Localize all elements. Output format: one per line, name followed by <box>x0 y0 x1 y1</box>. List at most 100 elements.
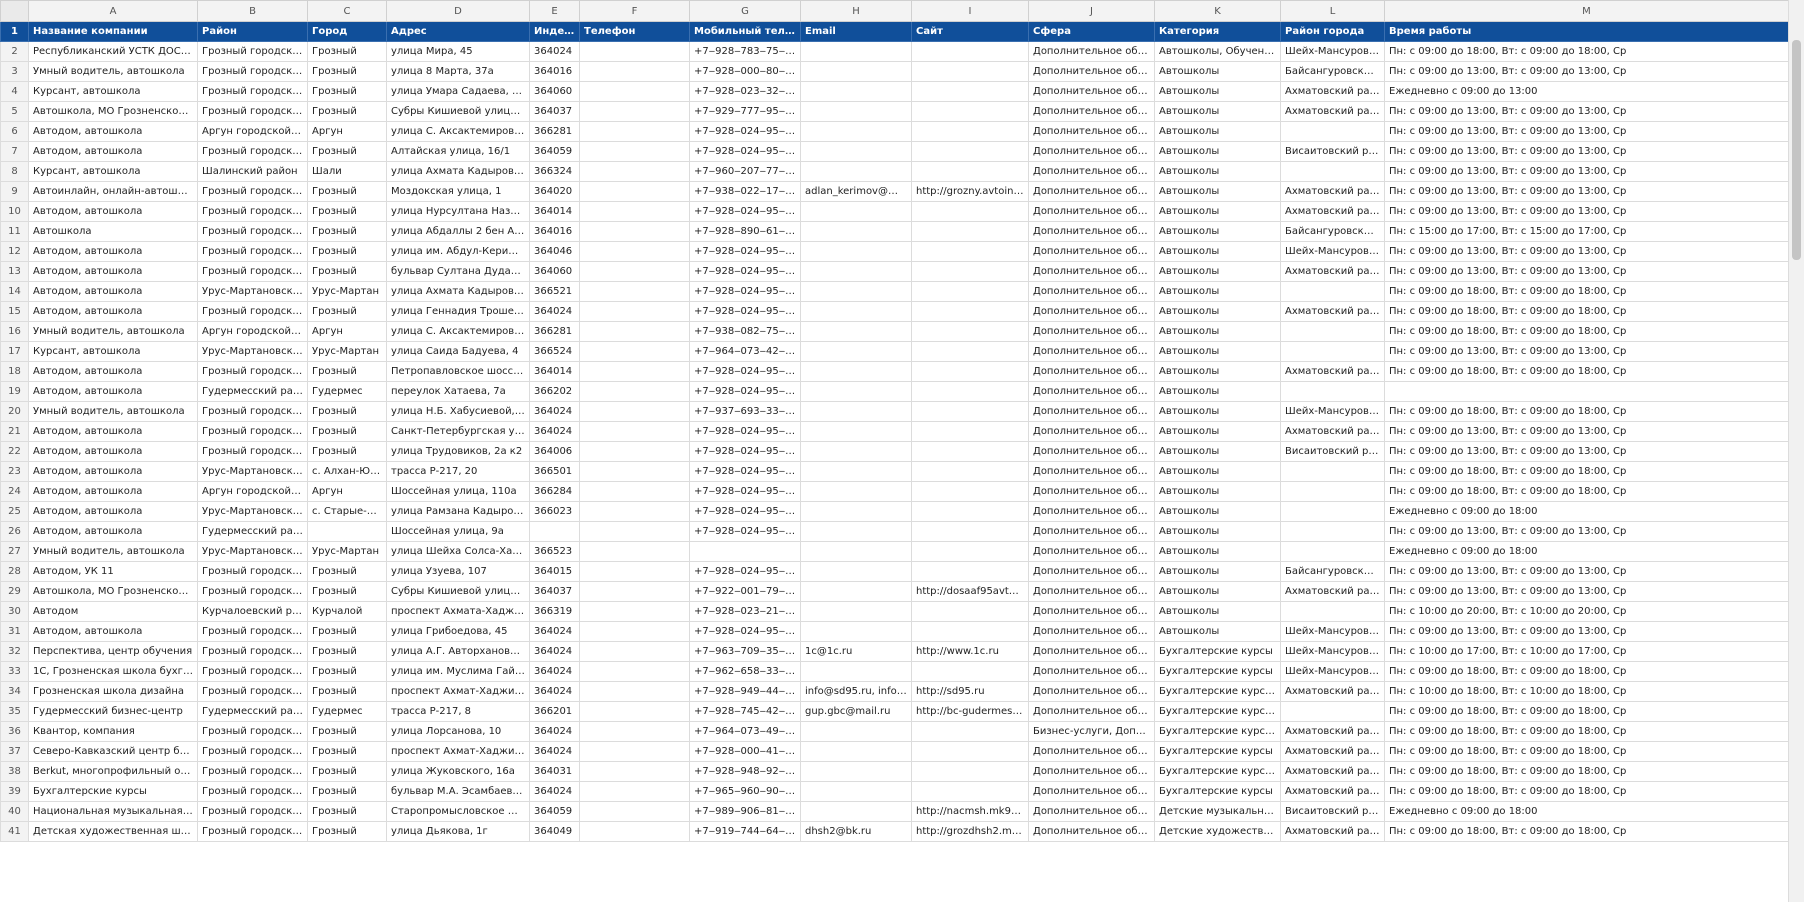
data-cell-m[interactable]: Пн: с 09:00 до 13:00, Вт: с 09:00 до 13:… <box>1384 101 1789 122</box>
data-cell-b[interactable]: Грозный городской округ <box>197 141 308 162</box>
data-cell-b[interactable]: Урус-Мартановский район <box>197 501 308 522</box>
column-header-b[interactable]: B <box>197 0 308 22</box>
data-cell-e[interactable]: 364046 <box>529 241 580 262</box>
data-cell-j[interactable]: Дополнительное образование <box>1028 61 1155 82</box>
data-cell-i[interactable] <box>911 481 1029 502</box>
data-cell-m[interactable]: Пн: с 09:00 до 13:00, Вт: с 09:00 до 13:… <box>1384 581 1789 602</box>
data-cell-b[interactable]: Грозный городской округ <box>197 81 308 102</box>
data-cell-k[interactable]: Детские художественные школы <box>1154 821 1281 842</box>
data-cell-c[interactable]: Урус-Мартан <box>307 341 387 362</box>
data-cell-h[interactable] <box>800 321 912 342</box>
data-cell-f[interactable] <box>579 461 690 482</box>
data-cell-b[interactable]: Грозный городской округ <box>197 821 308 842</box>
data-cell-d[interactable]: улица Ахмата Кадырова, 29 <box>386 281 530 302</box>
data-cell-h[interactable] <box>800 741 912 762</box>
data-cell-d[interactable]: улица Ахмата Кадырова, 5 <box>386 161 530 182</box>
data-cell-j[interactable]: Дополнительное образование <box>1028 461 1155 482</box>
data-cell-a[interactable]: Курсант, автошкола <box>28 81 198 102</box>
data-cell-e[interactable]: 364024 <box>529 781 580 802</box>
data-cell-d[interactable]: улица Жуковского, 16а <box>386 761 530 782</box>
data-cell-m[interactable]: Пн: с 09:00 до 13:00, Вт: с 09:00 до 13:… <box>1384 561 1789 582</box>
data-cell-j[interactable]: Дополнительное образование <box>1028 781 1155 802</box>
data-cell-k[interactable]: Автошколы, Обучение работе <box>1154 41 1281 62</box>
data-cell-a[interactable]: Автодом, автошкола <box>28 481 198 502</box>
data-cell-i[interactable]: http://dosaaf95avto.ru <box>911 581 1029 602</box>
data-cell-e[interactable]: 364024 <box>529 301 580 322</box>
data-cell-f[interactable] <box>579 781 690 802</box>
data-cell-g[interactable]: +7‒928‒949‒44‒88 <box>689 681 801 702</box>
data-cell-h[interactable]: gup.gbc@mail.ru <box>800 701 912 722</box>
data-cell-m[interactable]: Пн: с 09:00 до 18:00, Вт: с 09:00 до 18:… <box>1384 781 1789 802</box>
data-cell-f[interactable] <box>579 361 690 382</box>
data-cell-c[interactable]: Грозный <box>307 801 387 822</box>
data-cell-e[interactable]: 366319 <box>529 601 580 622</box>
data-cell-b[interactable]: Грозный городской округ <box>197 661 308 682</box>
data-cell-d[interactable]: улица Грибоедова, 45 <box>386 621 530 642</box>
data-cell-i[interactable] <box>911 41 1029 62</box>
data-cell-g[interactable]: +7‒919‒744‒64‒80, +7‒928‒024‒95‒95 <box>689 821 801 842</box>
data-cell-a[interactable]: Автошкола <box>28 221 198 242</box>
header-cell-d[interactable]: Адрес <box>386 21 530 42</box>
scrollbar-thumb[interactable] <box>1792 40 1801 260</box>
data-cell-b[interactable]: Грозный городской округ <box>197 781 308 802</box>
data-cell-k[interactable]: Бухгалтерские курсы <box>1154 661 1281 682</box>
row-number[interactable]: 8 <box>0 161 29 182</box>
data-cell-d[interactable]: улица Абдаллы 2 бен Аль-Хусейна, 7 <box>386 221 530 242</box>
data-cell-d[interactable]: переулок Хатаева, 7а <box>386 381 530 402</box>
row-number[interactable]: 18 <box>0 361 29 382</box>
data-cell-g[interactable]: +7‒928‒024‒95‒95, +7‒928‒024‒95‒95 <box>689 141 801 162</box>
data-cell-g[interactable]: +7‒922‒001‒79‒44 <box>689 581 801 602</box>
header-cell-m[interactable]: Время работы <box>1384 21 1789 42</box>
data-cell-h[interactable] <box>800 81 912 102</box>
row-number[interactable]: 12 <box>0 241 29 262</box>
data-cell-g[interactable]: +7‒937‒693‒33‒94 <box>689 401 801 422</box>
data-cell-c[interactable]: Грозный <box>307 101 387 122</box>
data-cell-i[interactable] <box>911 321 1029 342</box>
data-cell-a[interactable]: Умный водитель, автошкола <box>28 541 198 562</box>
data-cell-k[interactable]: Автошколы <box>1154 101 1281 122</box>
data-cell-l[interactable] <box>1280 601 1385 622</box>
data-cell-a[interactable]: Автодом, автошкола <box>28 121 198 142</box>
data-cell-h[interactable] <box>800 61 912 82</box>
column-header-c[interactable]: C <box>307 0 387 22</box>
data-cell-i[interactable] <box>911 461 1029 482</box>
data-cell-k[interactable]: Бухгалтерские курсы, Бухгалтерия <box>1154 681 1281 702</box>
data-cell-k[interactable]: Автошколы <box>1154 521 1281 542</box>
data-cell-k[interactable]: Автошколы <box>1154 581 1281 602</box>
data-cell-m[interactable] <box>1384 381 1789 402</box>
data-cell-c[interactable]: Грозный <box>307 721 387 742</box>
data-cell-d[interactable]: улица Лорсанова, 10 <box>386 721 530 742</box>
data-cell-c[interactable]: Грозный <box>307 401 387 422</box>
data-cell-i[interactable] <box>911 161 1029 182</box>
column-header-g[interactable]: G <box>689 0 801 22</box>
data-cell-k[interactable]: Автошколы <box>1154 261 1281 282</box>
row-number[interactable]: 17 <box>0 341 29 362</box>
data-cell-f[interactable] <box>579 441 690 462</box>
row-number[interactable]: 37 <box>0 741 29 762</box>
row-number[interactable]: 21 <box>0 421 29 442</box>
data-cell-g[interactable]: +7‒928‒024‒95‒95, +7‒928‒024‒95‒95 <box>689 241 801 262</box>
data-cell-b[interactable]: Аргун городской округ <box>197 481 308 502</box>
data-cell-g[interactable]: +7‒929‒777‒95‒70 <box>689 101 801 122</box>
data-cell-d[interactable]: Шоссейная улица, 9а <box>386 521 530 542</box>
data-cell-i[interactable] <box>911 241 1029 262</box>
row-number[interactable]: 14 <box>0 281 29 302</box>
data-cell-c[interactable]: Грозный <box>307 361 387 382</box>
column-header-f[interactable]: F <box>579 0 690 22</box>
data-cell-j[interactable]: Дополнительное образование <box>1028 641 1155 662</box>
data-cell-a[interactable]: Автодом, автошкола <box>28 621 198 642</box>
row-number[interactable]: 7 <box>0 141 29 162</box>
data-cell-i[interactable] <box>911 621 1029 642</box>
data-cell-i[interactable]: http://grozny.avtoinline.com <box>911 181 1029 202</box>
data-cell-i[interactable] <box>911 781 1029 802</box>
data-cell-d[interactable]: Моздокская улица, 1 <box>386 181 530 202</box>
data-cell-j[interactable]: Дополнительное образование <box>1028 741 1155 762</box>
data-cell-i[interactable] <box>911 601 1029 622</box>
data-cell-l[interactable]: Ахматовский район <box>1280 201 1385 222</box>
data-cell-j[interactable]: Дополнительное образование <box>1028 601 1155 622</box>
row-number[interactable]: 4 <box>0 81 29 102</box>
data-cell-e[interactable]: 364024 <box>529 401 580 422</box>
data-cell-g[interactable]: +7‒928‒000‒41‒11, +7‒928‒024‒95‒95 <box>689 741 801 762</box>
data-cell-h[interactable] <box>800 621 912 642</box>
data-cell-h[interactable] <box>800 281 912 302</box>
